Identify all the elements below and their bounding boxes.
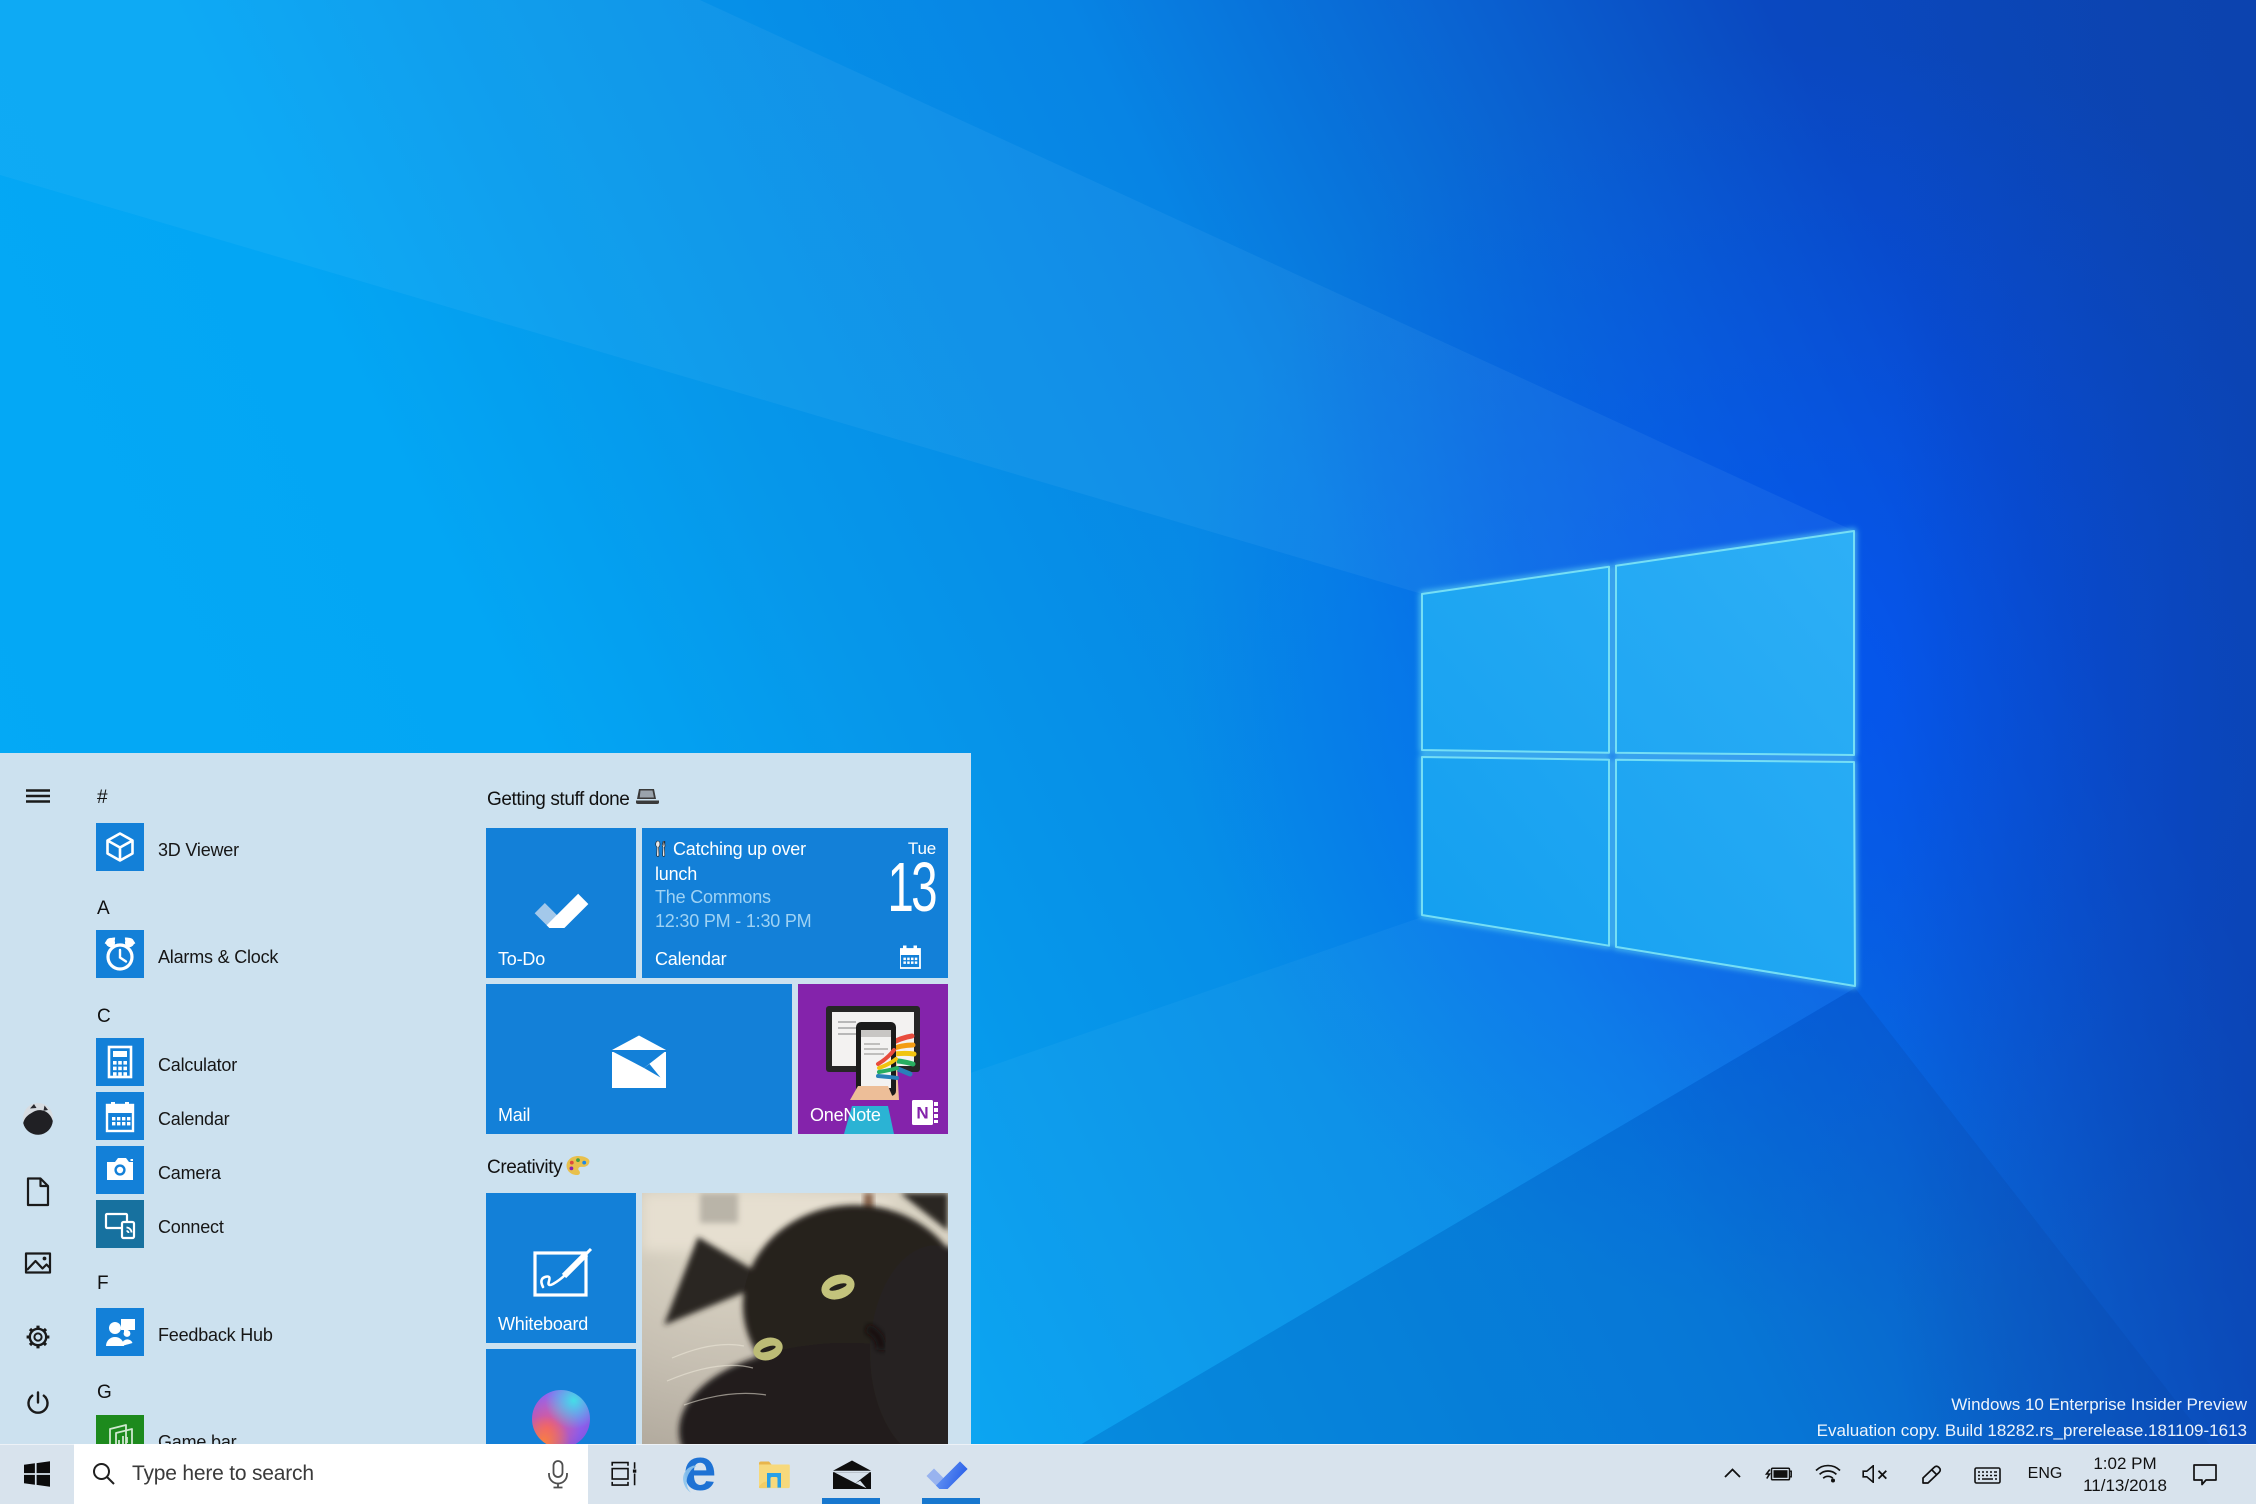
- svg-text:N: N: [916, 1104, 928, 1123]
